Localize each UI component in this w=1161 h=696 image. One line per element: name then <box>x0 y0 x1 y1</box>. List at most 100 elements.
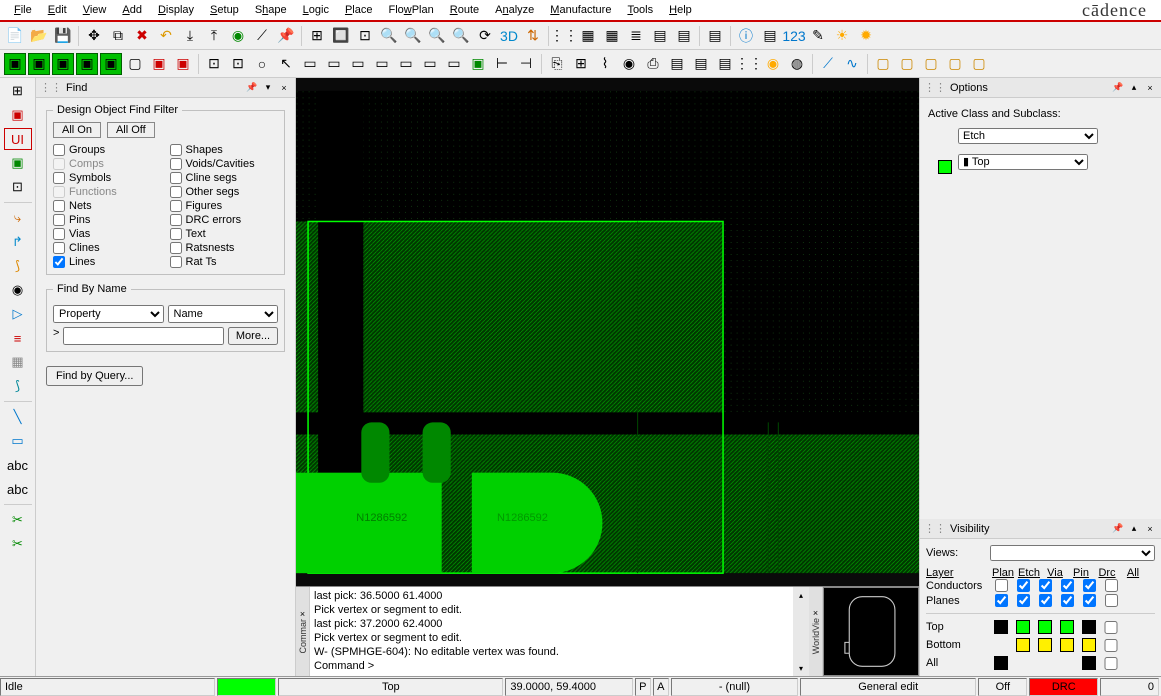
promote-icon[interactable]: ⤒ <box>203 25 225 47</box>
grip-icon[interactable]: ⋮⋮ <box>924 522 946 535</box>
zoom-fit-icon[interactable]: 🔲 <box>330 25 352 47</box>
ls-d-icon[interactable]: ▦ <box>4 351 32 373</box>
subclass-visible-box[interactable] <box>938 160 952 174</box>
ls-gen-icon[interactable]: ⊞ <box>4 80 32 102</box>
t20-icon[interactable]: ▤ <box>666 53 688 75</box>
menu-help[interactable]: Help <box>661 2 700 18</box>
filter-groups-check[interactable] <box>53 144 65 156</box>
zoom-pts-icon[interactable]: 🔍 <box>450 25 472 47</box>
property-select[interactable]: Property <box>53 305 164 323</box>
color-swatch[interactable] <box>1060 620 1074 634</box>
shape-edit-icon[interactable]: ◉ <box>227 25 249 47</box>
ls-line-icon[interactable]: ╲ <box>4 406 32 428</box>
view3d-icon[interactable]: 3D <box>498 25 520 47</box>
ls-slide-icon[interactable]: ↱ <box>4 231 32 253</box>
vis-check[interactable] <box>1083 594 1096 607</box>
all-on-button[interactable]: All On <box>53 122 101 138</box>
collapse-icon[interactable]: ▴ <box>1127 81 1141 95</box>
undo-icon[interactable]: ↶ <box>155 25 177 47</box>
copy-icon[interactable]: ⧉ <box>107 25 129 47</box>
menu-file[interactable]: File <box>6 2 40 18</box>
command-log[interactable]: last pick: 36.5000 61.4000Pick vertex or… <box>310 587 793 676</box>
zoom-out-icon[interactable]: 🔍 <box>426 25 448 47</box>
zoom-in-icon[interactable]: 🔍 <box>378 25 400 47</box>
mode8-icon[interactable]: ▣ <box>172 53 194 75</box>
t11-icon[interactable]: ▭ <box>443 53 465 75</box>
filter-vias-check[interactable] <box>53 228 65 240</box>
class-select[interactable]: Etch <box>958 128 1098 144</box>
design-canvas[interactable]: N1286592 N1286592 <box>296 78 919 586</box>
rats-icon[interactable]: ⟋ <box>251 25 273 47</box>
vis-all-check[interactable] <box>1100 621 1122 634</box>
new-icon[interactable]: 📄 <box>4 25 26 47</box>
t10-icon[interactable]: ▭ <box>419 53 441 75</box>
vis-check[interactable] <box>1039 594 1052 607</box>
color-swatch[interactable] <box>1016 620 1030 634</box>
ls-rect-icon[interactable]: ▭ <box>4 430 32 452</box>
t25-icon[interactable]: ◍ <box>786 53 808 75</box>
menu-place[interactable]: Place <box>337 2 381 18</box>
mode7-icon[interactable]: ▣ <box>148 53 170 75</box>
vis-check[interactable] <box>1105 594 1118 607</box>
color-swatch[interactable] <box>1060 638 1074 652</box>
t5-icon[interactable]: ▭ <box>299 53 321 75</box>
t21-icon[interactable]: ▤ <box>690 53 712 75</box>
ls-cut2-icon[interactable]: ✂ <box>4 533 32 555</box>
ls-pcb-icon[interactable]: ▣ <box>4 152 32 174</box>
t9-icon[interactable]: ▭ <box>395 53 417 75</box>
status-off[interactable]: Off <box>978 678 1027 696</box>
color-swatch[interactable] <box>994 656 1008 670</box>
t24-icon[interactable]: ◉ <box>762 53 784 75</box>
t30-icon[interactable]: ▢ <box>920 53 942 75</box>
colors-icon[interactable]: ▦ <box>601 25 623 47</box>
constraints-icon[interactable]: ▤ <box>649 25 671 47</box>
menu-setup[interactable]: Setup <box>202 2 247 18</box>
report-icon[interactable]: ▤ <box>704 25 726 47</box>
filter-rat ts-check[interactable] <box>170 256 182 268</box>
ls-c-icon[interactable]: ≡ <box>4 327 32 349</box>
t15-icon[interactable]: ⎘ <box>546 53 568 75</box>
menu-edit[interactable]: Edit <box>40 2 75 18</box>
t4-icon[interactable]: ↖ <box>275 53 297 75</box>
filter-functions-check[interactable] <box>53 186 65 198</box>
grip-icon[interactable]: ⋮⋮ <box>924 81 946 94</box>
ls-via-icon[interactable]: ◉ <box>4 279 32 301</box>
scroll-up-icon[interactable]: ▴ <box>793 587 809 603</box>
status-p[interactable]: P <box>635 678 651 696</box>
zoom-sel-icon[interactable]: ⊡ <box>354 25 376 47</box>
ls-text-icon[interactable]: abc <box>4 454 32 476</box>
menu-route[interactable]: Route <box>442 2 487 18</box>
vis-all-check[interactable] <box>1100 657 1122 670</box>
color-swatch[interactable] <box>994 620 1008 634</box>
ls-place-icon[interactable]: ▣ <box>4 104 32 126</box>
vis-check[interactable] <box>1017 594 1030 607</box>
menu-tools[interactable]: Tools <box>619 2 661 18</box>
t2-icon[interactable]: ⊡ <box>227 53 249 75</box>
ls-b-icon[interactable]: ▷ <box>4 303 32 325</box>
flip-icon[interactable]: ⇅ <box>522 25 544 47</box>
cmd-close-icon[interactable]: × <box>300 609 305 619</box>
status-drc[interactable]: DRC <box>1029 678 1098 696</box>
grip-icon[interactable]: ⋮⋮ <box>40 81 62 94</box>
close-icon[interactable]: × <box>1143 81 1157 95</box>
filter-drc errors-check[interactable] <box>170 214 182 226</box>
pin-icon[interactable]: 📌 <box>275 25 297 47</box>
t1-icon[interactable]: ⊡ <box>203 53 225 75</box>
t7-icon[interactable]: ▭ <box>347 53 369 75</box>
vis-check[interactable] <box>995 579 1008 592</box>
color-swatch[interactable] <box>1082 638 1096 652</box>
t16-icon[interactable]: ⊞ <box>570 53 592 75</box>
ls-e-icon[interactable]: ⟆ <box>4 375 32 397</box>
vis-check[interactable] <box>1061 594 1074 607</box>
mode1-icon[interactable]: ▣ <box>4 53 26 75</box>
tool2-icon[interactable]: 123 <box>783 25 805 47</box>
tool1-icon[interactable]: ▤ <box>759 25 781 47</box>
vis-check[interactable] <box>1017 579 1030 592</box>
t6-icon[interactable]: ▭ <box>323 53 345 75</box>
menu-analyze[interactable]: Analyze <box>487 2 542 18</box>
scroll-down-icon[interactable]: ▾ <box>793 660 809 676</box>
open-icon[interactable]: 📂 <box>28 25 50 47</box>
t29-icon[interactable]: ▢ <box>896 53 918 75</box>
t13-icon[interactable]: ⊢ <box>491 53 513 75</box>
t3-icon[interactable]: ○ <box>251 53 273 75</box>
